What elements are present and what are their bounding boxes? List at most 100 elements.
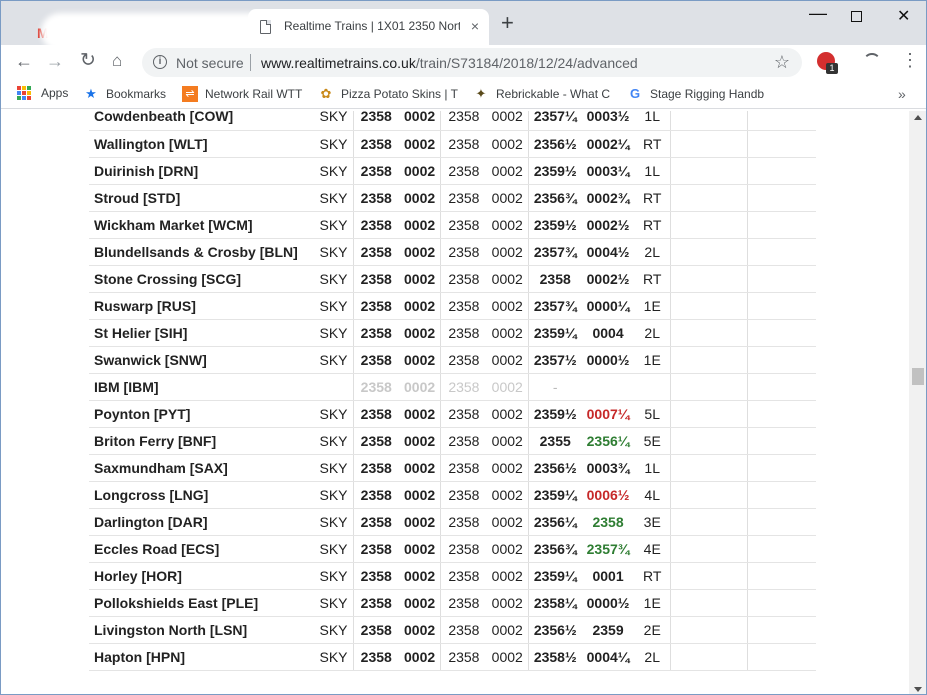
location-link[interactable]: Blundellsands & Crosby [BLN] bbox=[89, 238, 313, 266]
reload-icon[interactable]: ↻ bbox=[80, 51, 96, 70]
location-link[interactable]: Ruswarp [RUS] bbox=[89, 292, 313, 320]
wtt-departure-cell: 0002 bbox=[486, 400, 529, 428]
tab-close-button[interactable]: × bbox=[471, 18, 479, 34]
wtt-departure-cell: 0002 bbox=[486, 508, 529, 536]
tab-active[interactable]: Realtime Trains | 1X01 2350 Northampton … bbox=[248, 9, 489, 45]
location-link[interactable]: Pollokshields East [PLE] bbox=[89, 589, 313, 617]
location-link[interactable]: Longcross [LNG] bbox=[89, 481, 313, 509]
delay-cell: 1E bbox=[634, 292, 671, 320]
location-link[interactable]: Swanwick [SNW] bbox=[89, 346, 313, 374]
location-link[interactable]: Darlington [DAR] bbox=[89, 508, 313, 536]
rebrickable-icon: ✦ bbox=[475, 86, 487, 101]
location-link[interactable]: Horley [HOR] bbox=[89, 562, 313, 590]
bookmark-stage-rigging[interactable]: G Stage Rigging Handb bbox=[627, 86, 764, 102]
actual-arrival-cell: 2359½ bbox=[527, 400, 582, 428]
public-departure-cell: 0002 bbox=[399, 562, 441, 590]
delay-cell: 4E bbox=[634, 535, 671, 563]
wtt-departure-cell: 0002 bbox=[486, 111, 529, 131]
actual-departure-cell: 0000½ bbox=[581, 346, 635, 374]
scroll-down-icon[interactable] bbox=[914, 687, 922, 692]
extra-cell bbox=[746, 130, 817, 158]
actual-departure-cell: 0002¾ bbox=[581, 184, 635, 212]
actual-departure-cell: 0002¼ bbox=[581, 130, 635, 158]
forward-arrow-icon[interactable]: → bbox=[46, 52, 64, 70]
actual-departure-cell: 2358 bbox=[581, 508, 635, 536]
location-link[interactable]: Duirinish [DRN] bbox=[89, 157, 313, 185]
platform-cell: SKY bbox=[313, 184, 353, 212]
actual-departure-cell: 0001 bbox=[581, 562, 635, 590]
public-arrival-cell: 2358 bbox=[352, 265, 399, 293]
location-link[interactable]: Livingston North [LSN] bbox=[89, 616, 313, 644]
wtt-arrival-cell: 2358 bbox=[440, 346, 487, 374]
bookmark-network-rail[interactable]: ⇌ Network Rail WTT bbox=[182, 86, 302, 102]
scroll-up-icon[interactable] bbox=[914, 115, 922, 120]
table-row: St Helier [SIH] SKY 2358 0002 2358 0002 … bbox=[89, 319, 817, 347]
public-arrival-cell: 2358 bbox=[352, 589, 399, 617]
kebab-menu-icon[interactable]: ⋮ bbox=[901, 51, 919, 69]
location-link[interactable]: St Helier [SIH] bbox=[89, 319, 313, 347]
delay-cell: RT bbox=[634, 130, 671, 158]
table-row: Blundellsands & Crosby [BLN] SKY 2358 00… bbox=[89, 238, 817, 266]
actual-arrival-cell: 2357½ bbox=[527, 346, 582, 374]
location-link[interactable]: IBM [IBM] bbox=[89, 373, 313, 401]
location-link[interactable]: Wallington [WLT] bbox=[89, 130, 313, 158]
url-path: /train/S73184/2018/12/24/advanced bbox=[415, 55, 638, 71]
extra-cell bbox=[669, 481, 748, 509]
vertical-scrollbar[interactable] bbox=[909, 111, 926, 694]
bookmark-pizza-potato[interactable]: ✿ Pizza Potato Skins | T bbox=[318, 86, 458, 102]
tab-inactive-gmail[interactable]: M bbox=[17, 9, 263, 45]
delay-cell: 3E bbox=[634, 508, 671, 536]
bookmark-label: Apps bbox=[41, 86, 69, 100]
table-row: Darlington [DAR] SKY 2358 0002 2358 0002… bbox=[89, 508, 817, 536]
location-link[interactable]: Poynton [PYT] bbox=[89, 400, 313, 428]
wtt-arrival-cell: 2358 bbox=[440, 184, 487, 212]
actual-arrival-cell: 2358¼ bbox=[527, 589, 582, 617]
extra-cell bbox=[746, 562, 817, 590]
extra-cell bbox=[746, 111, 817, 131]
extra-cell bbox=[746, 454, 817, 482]
extra-cell bbox=[746, 238, 817, 266]
extra-cell bbox=[669, 130, 748, 158]
wtt-departure-cell: 0002 bbox=[486, 157, 529, 185]
public-departure-cell: 0002 bbox=[399, 400, 441, 428]
location-link[interactable]: Briton Ferry [BNF] bbox=[89, 427, 313, 455]
close-window-icon[interactable]: ✕ bbox=[897, 6, 910, 26]
delay-cell: 1E bbox=[634, 346, 671, 374]
extra-cell bbox=[669, 292, 748, 320]
home-icon[interactable]: ⌂ bbox=[112, 52, 122, 70]
location-link[interactable]: Wickham Market [WCM] bbox=[89, 211, 313, 239]
back-arrow-icon[interactable]: ← bbox=[15, 52, 33, 70]
public-arrival-cell: 2358 bbox=[352, 292, 399, 320]
location-link[interactable]: Saxmundham [SAX] bbox=[89, 454, 313, 482]
bookmark-star-icon[interactable]: ☆ bbox=[774, 52, 790, 73]
maximize-icon[interactable] bbox=[851, 11, 862, 22]
wtt-arrival-cell: 2358 bbox=[440, 427, 487, 455]
address-bar[interactable]: i Not secure www.realtimetrains.co.uk/tr… bbox=[142, 48, 802, 77]
url-text[interactable]: www.realtimetrains.co.uk/train/S73184/20… bbox=[261, 55, 638, 71]
bookmark-apps[interactable]: Apps bbox=[17, 86, 68, 100]
public-departure-cell: 0002 bbox=[399, 292, 441, 320]
bookmark-rebrickable[interactable]: ✦ Rebrickable - What C bbox=[473, 86, 611, 102]
location-link[interactable]: Stone Crossing [SCG] bbox=[89, 265, 313, 293]
info-icon[interactable]: i bbox=[153, 55, 167, 69]
wtt-arrival-cell: 2358 bbox=[440, 508, 487, 536]
browser-window: M Realtime Trains | 1X01 2350 Northampto… bbox=[0, 0, 927, 695]
location-link[interactable]: Hapton [HPN] bbox=[89, 643, 313, 671]
bookmark-bookmarks[interactable]: ★ Bookmarks bbox=[83, 86, 166, 102]
public-departure-cell: 0002 bbox=[399, 319, 441, 347]
table-row: Longcross [LNG] SKY 2358 0002 2358 0002 … bbox=[89, 481, 817, 509]
location-link[interactable]: Stroud [STD] bbox=[89, 184, 313, 212]
new-tab-button[interactable]: + bbox=[501, 12, 514, 34]
location-link[interactable]: Eccles Road [ECS] bbox=[89, 535, 313, 563]
bookmarks-overflow-button[interactable]: » bbox=[898, 86, 906, 102]
minimize-icon[interactable]: — bbox=[809, 3, 827, 24]
actual-arrival-cell: 2359½ bbox=[527, 157, 582, 185]
security-label[interactable]: Not secure bbox=[176, 55, 244, 71]
actual-arrival-cell: 2359¼ bbox=[527, 319, 582, 347]
platform-cell: SKY bbox=[313, 400, 353, 428]
location-link[interactable]: Cowdenbeath [COW] bbox=[89, 111, 313, 131]
extra-cell bbox=[746, 346, 817, 374]
wtt-arrival-cell: 2358 bbox=[440, 111, 487, 131]
scrollbar-thumb[interactable] bbox=[912, 368, 924, 385]
bookmark-label: Stage Rigging Handb bbox=[650, 87, 765, 101]
